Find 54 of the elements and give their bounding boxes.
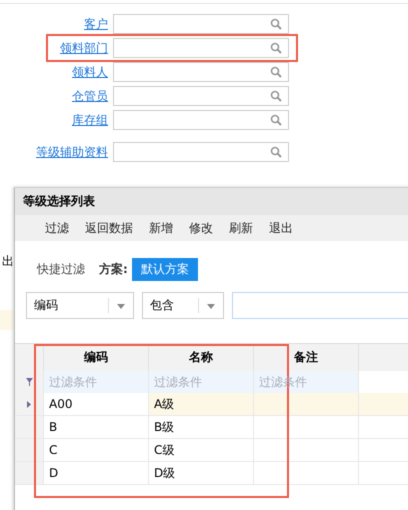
operator-dropdown[interactable]: 包含 [142, 292, 224, 319]
toolbar-button[interactable]: 退出 [269, 220, 293, 236]
table-row[interactable]: A00 A级 [15, 393, 408, 416]
table-cell: B [49, 420, 58, 434]
search-icon[interactable] [270, 66, 282, 78]
filter-condition-field[interactable]: 过滤条件 [149, 371, 253, 393]
row-highlight [0, 310, 14, 330]
field-label-link[interactable]: 库存组 [0, 112, 113, 128]
filter-value-field[interactable] [232, 292, 408, 319]
dialog-title: 等级选择列表 [23, 193, 95, 210]
toolbar-button[interactable]: 过滤 [45, 220, 69, 236]
toolbar-button[interactable]: 新增 [149, 220, 173, 236]
toolbar-button[interactable]: 返回数据 [85, 220, 133, 236]
background-text: 出 [2, 253, 14, 270]
field-dropdown[interactable]: 编码 [26, 292, 134, 319]
scheme-button[interactable]: 默认方案 [132, 258, 198, 281]
table-cell: C级 [154, 442, 174, 458]
column-header[interactable]: 名称 [149, 344, 254, 371]
quick-filter-label: 快捷过滤 [37, 261, 85, 278]
table-cell: B级 [154, 418, 174, 436]
search-field[interactable] [113, 38, 289, 58]
toolbar-button[interactable]: 修改 [189, 220, 213, 236]
current-row-icon [27, 400, 31, 408]
search-icon[interactable] [270, 18, 282, 30]
column-header[interactable]: 备注 [254, 344, 359, 371]
search-field[interactable] [113, 142, 289, 162]
search-field[interactable] [113, 14, 289, 34]
dropdown-caret-icon[interactable] [207, 304, 215, 309]
table-row[interactable]: C C级 [15, 439, 408, 462]
filter-icon [26, 378, 32, 386]
field-label-link[interactable]: 领料部门 [0, 40, 113, 56]
search-field[interactable] [113, 86, 289, 106]
scheme-label: 方案: [99, 261, 128, 278]
filter-condition-field[interactable]: 过滤条件 [44, 371, 148, 393]
toolbar-button[interactable]: 刷新 [229, 220, 253, 236]
table-cell: A00 [49, 397, 72, 411]
dropdown-caret-icon[interactable] [116, 304, 125, 309]
search-icon[interactable] [270, 90, 282, 102]
search-field[interactable] [113, 62, 289, 82]
field-label-link[interactable]: 等级辅助资料 [0, 144, 113, 160]
search-icon[interactable] [270, 114, 282, 126]
table-row[interactable]: B B级 [15, 416, 408, 439]
field-label-link[interactable]: 领料人 [0, 64, 113, 80]
table-cell: D级 [154, 464, 176, 482]
search-field[interactable] [113, 110, 289, 130]
table-cell: D [49, 466, 58, 480]
field-label-link[interactable]: 客户 [0, 16, 113, 32]
search-icon[interactable] [270, 146, 282, 158]
table-cell: C [49, 443, 58, 457]
table-cell: A级 [154, 396, 174, 412]
field-label-link[interactable]: 仓管员 [0, 88, 113, 104]
search-icon[interactable] [270, 42, 282, 54]
table-row[interactable]: D D级 [15, 462, 408, 485]
column-header[interactable]: 编码 [44, 344, 149, 371]
